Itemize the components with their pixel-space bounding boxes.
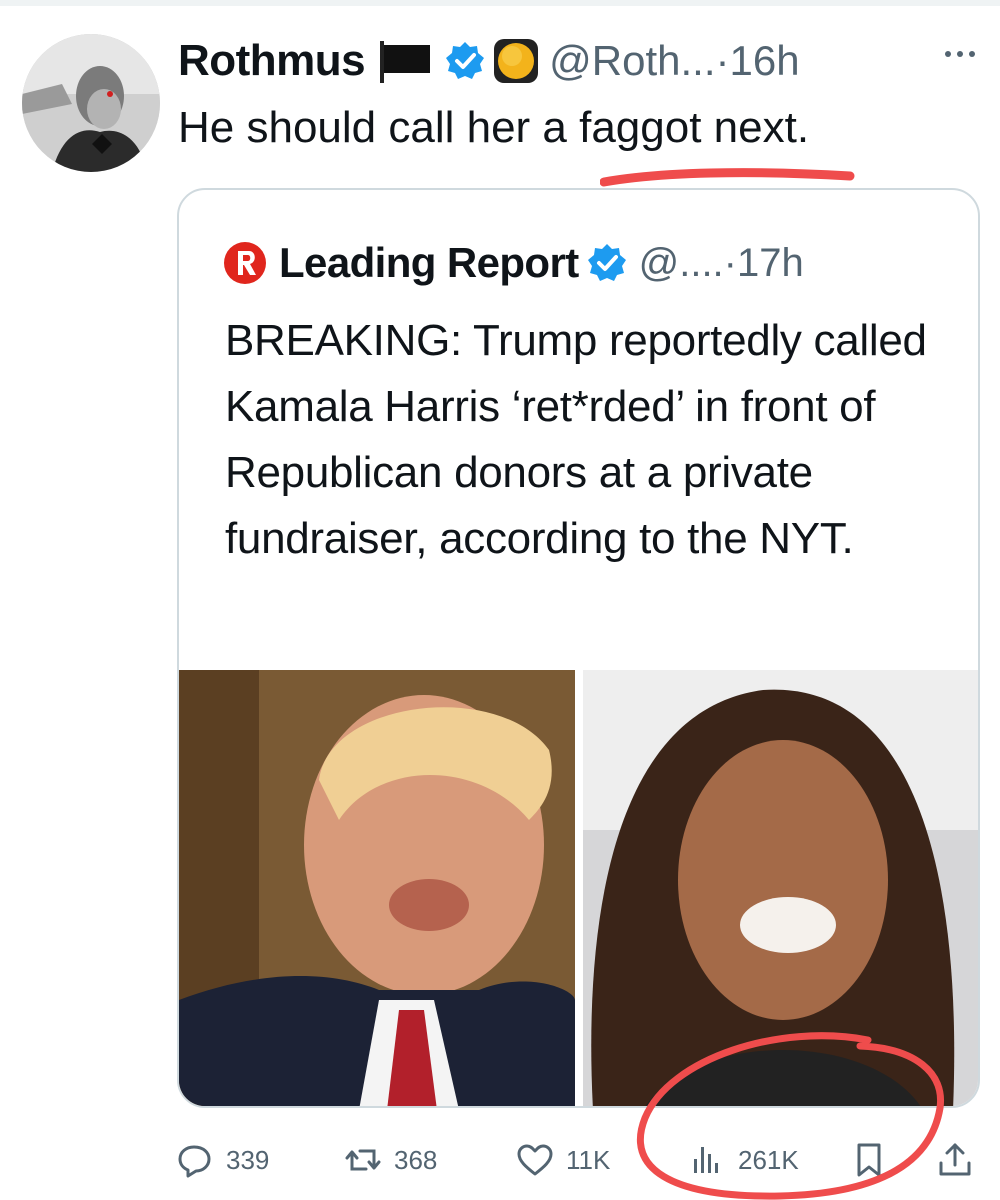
like-button[interactable]: 11K — [516, 1130, 610, 1190]
action-bar: 339 368 11K 261K — [0, 1130, 1000, 1190]
repost-icon — [345, 1149, 381, 1171]
quoted-tweet-text: BREAKING: Trump reportedly called Kamala… — [225, 316, 927, 563]
handle-text[interactable]: @Roth... — [549, 37, 715, 84]
quoted-display-name[interactable]: Leading Report — [279, 239, 579, 287]
verified-badge-icon[interactable] — [445, 41, 485, 81]
top-divider — [0, 0, 1000, 6]
quoted-tweet-header: Leading Report @....·17h — [223, 238, 804, 288]
quoted-tweet-images[interactable] — [179, 670, 978, 1106]
repost-count: 368 — [394, 1144, 438, 1175]
like-count: 11K — [566, 1144, 611, 1175]
quoted-tweet-card[interactable]: Leading Report @....·17h BREAKING: Trump… — [177, 188, 980, 1108]
black-flag-icon — [377, 39, 435, 83]
heart-icon — [517, 1144, 553, 1176]
quoted-time[interactable]: ·17h — [724, 241, 804, 285]
share-button[interactable] — [936, 1130, 974, 1190]
views-chart-icon — [694, 1147, 718, 1173]
views-count: 261K — [738, 1144, 799, 1175]
share-icon — [939, 1143, 971, 1176]
leading-report-logo-icon — [223, 241, 267, 285]
tweet-header: Rothmus @Roth...·16h — [178, 30, 800, 92]
tweet-text: He should call her a faggot next. — [178, 103, 810, 152]
reply-icon — [178, 1145, 211, 1178]
photo-right[interactable] — [583, 670, 978, 1106]
bookmark-icon — [857, 1143, 881, 1177]
yellow-circle-emoji-icon — [491, 36, 541, 86]
photo-left[interactable] — [179, 670, 575, 1106]
repost-button[interactable]: 368 — [344, 1130, 437, 1190]
more-options-icon[interactable] — [940, 44, 980, 64]
display-name[interactable]: Rothmus — [178, 36, 366, 86]
views-button[interactable]: 261K — [688, 1130, 799, 1190]
quoted-handle[interactable]: @....·17h — [639, 241, 804, 286]
tweet-time[interactable]: ·16h — [716, 37, 800, 84]
verified-badge-icon[interactable] — [587, 243, 627, 283]
handle[interactable]: @Roth...·16h — [549, 37, 799, 85]
reply-count: 339 — [226, 1144, 270, 1175]
bookmark-button[interactable] — [850, 1130, 888, 1190]
quoted-handle-text[interactable]: @.... — [639, 241, 724, 285]
reply-button[interactable]: 339 — [176, 1130, 269, 1190]
avatar[interactable] — [22, 34, 160, 172]
